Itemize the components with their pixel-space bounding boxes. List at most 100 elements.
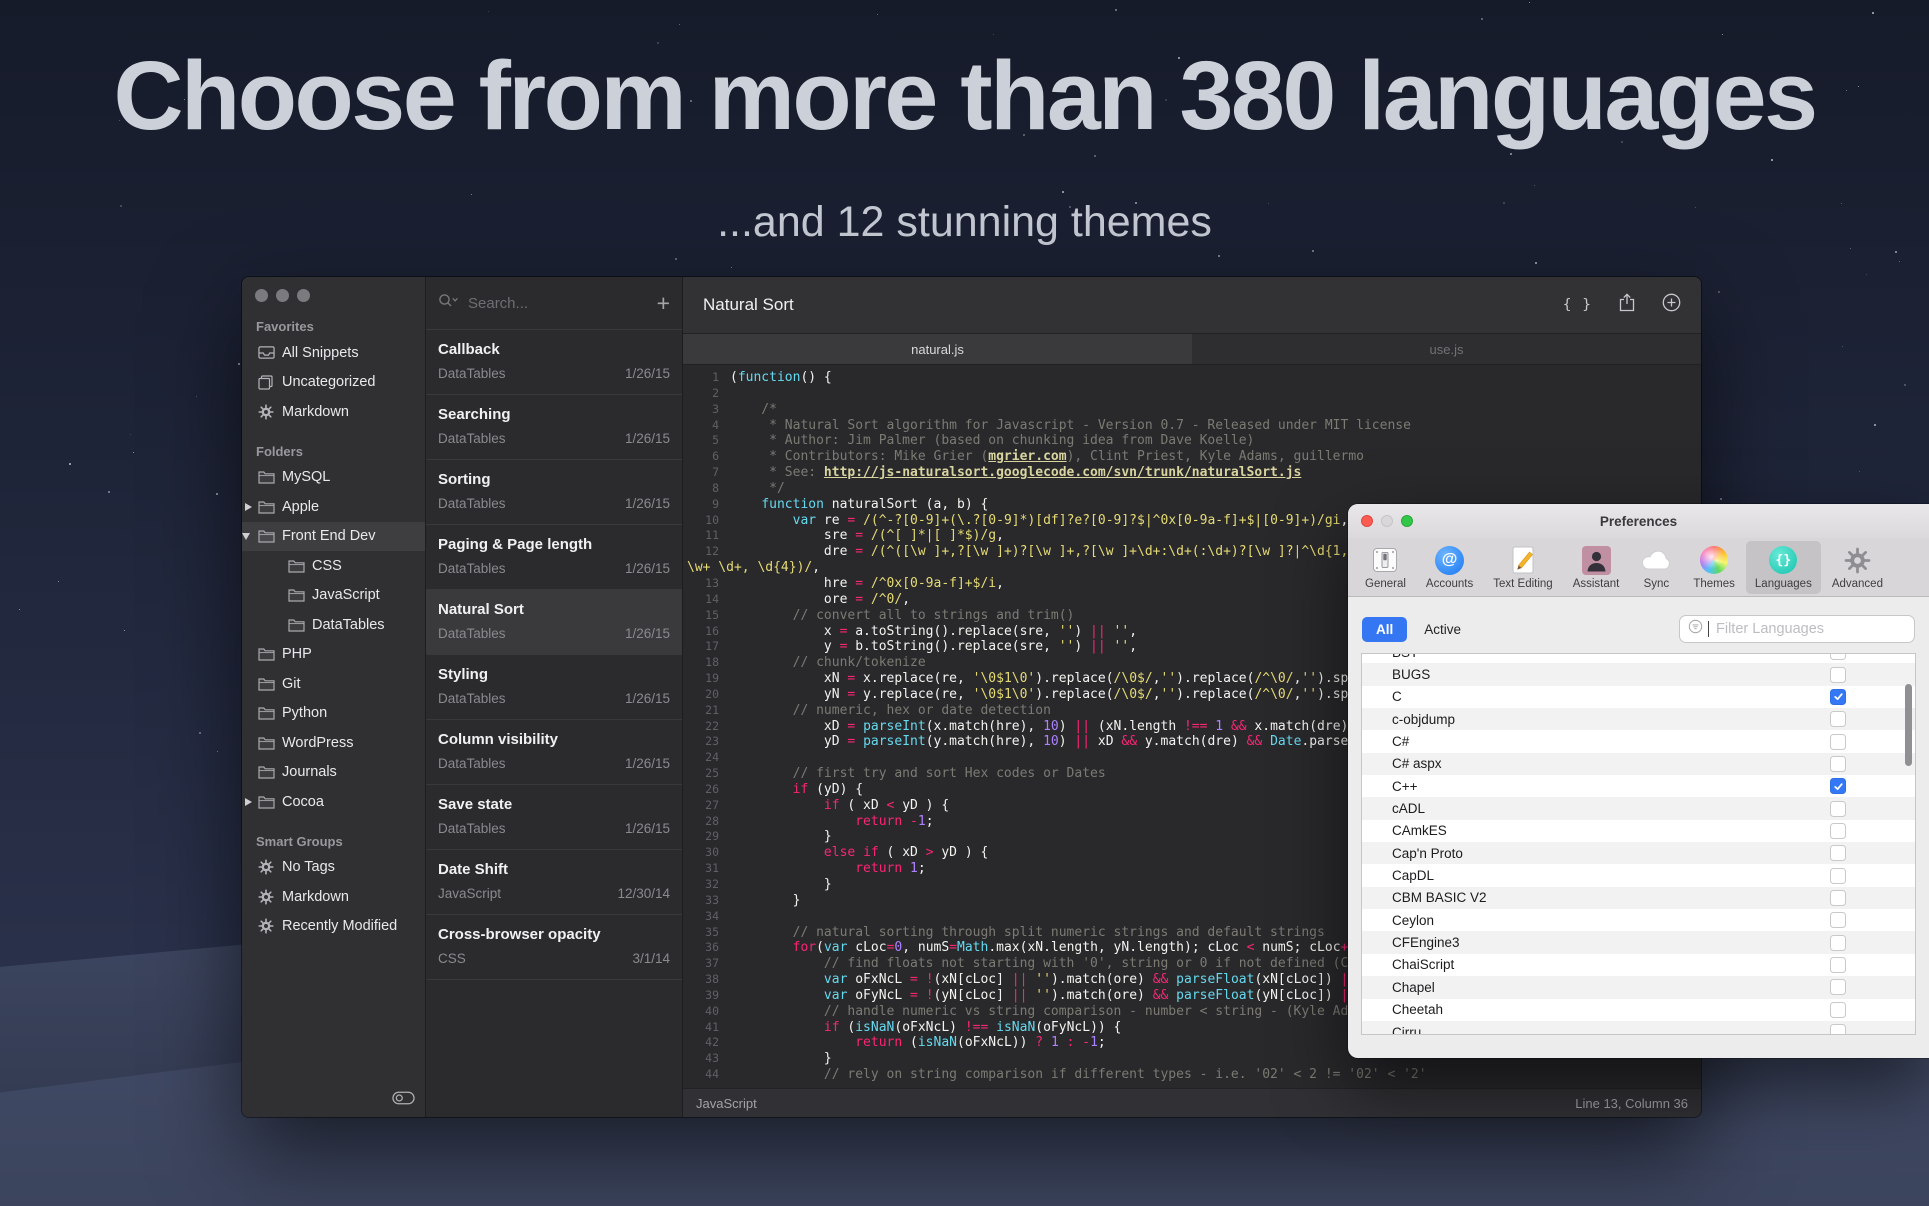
sidebar-item-1-datatables[interactable]: DataTables	[242, 610, 425, 640]
language-row-ceylon[interactable]: Ceylon	[1362, 909, 1915, 931]
language-checkbox[interactable]	[1830, 1002, 1846, 1018]
share-icon[interactable]	[1619, 293, 1635, 317]
language-checkbox[interactable]	[1830, 778, 1846, 794]
sidebar-item-1-mysql[interactable]: MySQL	[242, 463, 425, 493]
language-row-chaiscript[interactable]: ChaiScript	[1362, 954, 1915, 976]
language-checkbox[interactable]	[1830, 756, 1846, 772]
minimize-button[interactable]	[276, 289, 289, 302]
language-checkbox[interactable]	[1830, 979, 1846, 995]
snippet-row-paging-page-length[interactable]: Paging & Page lengthDataTables1/26/15	[426, 525, 682, 590]
language-checkbox[interactable]	[1830, 935, 1846, 951]
zoom-button[interactable]	[1401, 515, 1413, 527]
prefs-tab-accounts[interactable]: @Accounts	[1417, 541, 1482, 594]
snippet-row-cross-browser-opacity[interactable]: Cross-browser opacityCSS3/1/14	[426, 915, 682, 980]
sidebar-item-1-wordpress[interactable]: WordPress	[242, 728, 425, 758]
language-row-cbm-basic-v2[interactable]: CBM BASIC V2	[1362, 887, 1915, 909]
language-row-cfengine3[interactable]: CFEngine3	[1362, 931, 1915, 953]
sidebar-item-2-markdown[interactable]: Markdown	[242, 882, 425, 912]
language-checkbox[interactable]	[1830, 890, 1846, 906]
prefs-tab-advanced[interactable]: Advanced	[1823, 541, 1892, 594]
language-row-c[interactable]: C	[1362, 686, 1915, 708]
editor-header: Natural Sort { }	[683, 277, 1701, 334]
language-row-cheetah[interactable]: Cheetah	[1362, 999, 1915, 1021]
language-row-cap-n-proto[interactable]: Cap'n Proto	[1362, 842, 1915, 864]
sidebar-item-1-php[interactable]: PHP	[242, 640, 425, 670]
language-checkbox[interactable]	[1830, 845, 1846, 861]
language-row-bugs[interactable]: BUGS	[1362, 663, 1915, 685]
add-snippet-button[interactable]: +	[657, 292, 670, 315]
snippet-row-styling[interactable]: StylingDataTables1/26/15	[426, 655, 682, 720]
filter-languages-input[interactable]	[1714, 620, 1906, 638]
sidebar-item-1-javascript[interactable]: JavaScript	[242, 581, 425, 611]
sidebar-item-label: Recently Modified	[282, 918, 397, 934]
tab-natural-js[interactable]: natural.js	[683, 334, 1192, 364]
language-checkbox[interactable]	[1830, 734, 1846, 750]
snippet-row-natural-sort[interactable]: Natural SortDataTables1/26/15	[426, 590, 682, 655]
braces-icon[interactable]: { }	[1563, 297, 1592, 313]
language-name: BST	[1392, 653, 1418, 660]
sidebar-item-2-no-tags[interactable]: No Tags	[242, 853, 425, 883]
sidebar-item-1-front-end-dev[interactable]: Front End Dev	[242, 522, 425, 552]
scrollbar-thumb[interactable]	[1905, 684, 1912, 766]
language-row-c-aspx[interactable]: C# aspx	[1362, 753, 1915, 775]
language-row-bst[interactable]: BST	[1362, 653, 1915, 663]
prefs-tab-sync[interactable]: Sync	[1630, 541, 1682, 594]
prefs-tab-languages[interactable]: {}Languages	[1746, 541, 1821, 594]
language-checkbox[interactable]	[1830, 1024, 1846, 1035]
prefs-tab-themes[interactable]: Themes	[1684, 541, 1744, 594]
language-checkbox[interactable]	[1830, 868, 1846, 884]
sidebar-item-1-git[interactable]: Git	[242, 669, 425, 699]
language-checkbox[interactable]	[1830, 689, 1846, 705]
snippet-row-save-state[interactable]: Save stateDataTables1/26/15	[426, 785, 682, 850]
language-checkbox[interactable]	[1830, 957, 1846, 973]
sidebar-item-0-all-snippets[interactable]: All Snippets	[242, 338, 425, 368]
language-checkbox[interactable]	[1830, 711, 1846, 727]
snippet-row-searching[interactable]: SearchingDataTables1/26/15	[426, 395, 682, 460]
language-row-c-objdump[interactable]: c-objdump	[1362, 708, 1915, 730]
prefs-tab-text-editing[interactable]: Text Editing	[1484, 541, 1561, 594]
segment-all[interactable]: All	[1362, 617, 1407, 642]
language-row-capdl[interactable]: CapDL	[1362, 864, 1915, 886]
sidebar-item-1-css[interactable]: CSS	[242, 551, 425, 581]
language-row-cadl[interactable]: cADL	[1362, 797, 1915, 819]
language-row-cirru[interactable]: Cirru	[1362, 1021, 1915, 1035]
close-button[interactable]	[1361, 515, 1373, 527]
status-language[interactable]: JavaScript	[696, 1096, 757, 1111]
language-checkbox[interactable]	[1830, 653, 1846, 660]
snippet-row-column-visibility[interactable]: Column visibilityDataTables1/26/15	[426, 720, 682, 785]
language-row-camkes[interactable]: CAmkES	[1362, 820, 1915, 842]
zoom-button[interactable]	[297, 289, 310, 302]
prefs-tab-assistant[interactable]: Assistant	[1564, 541, 1629, 594]
snippet-row-sorting[interactable]: SortingDataTables1/26/15	[426, 460, 682, 525]
snippet-row-date-shift[interactable]: Date ShiftJavaScript12/30/14	[426, 850, 682, 915]
sidebar-item-1-apple[interactable]: Apple	[242, 492, 425, 522]
language-checkbox[interactable]	[1830, 823, 1846, 839]
close-button[interactable]	[255, 289, 268, 302]
disclosure-right-icon[interactable]	[245, 798, 252, 806]
language-row-c[interactable]: C#	[1362, 730, 1915, 752]
disclosure-down-icon[interactable]	[242, 533, 250, 540]
sidebar-item-2-recently-modified[interactable]: Recently Modified	[242, 912, 425, 942]
snippet-row-date: 1/26/15	[625, 431, 670, 446]
search-input[interactable]	[466, 294, 650, 313]
preferences-title: Preferences	[1600, 514, 1677, 529]
language-row-chapel[interactable]: Chapel	[1362, 976, 1915, 998]
language-row-c[interactable]: C++	[1362, 775, 1915, 797]
sidebar-item-1-cocoa[interactable]: Cocoa	[242, 787, 425, 817]
sidebar-item-0-markdown[interactable]: Markdown	[242, 397, 425, 427]
language-checkbox[interactable]	[1830, 667, 1846, 683]
sidebar-item-1-python[interactable]: Python	[242, 699, 425, 729]
sidebar-item-0-uncategorized[interactable]: Uncategorized	[242, 368, 425, 398]
language-name: cADL	[1392, 801, 1425, 816]
sidebar-item-1-journals[interactable]: Journals	[242, 758, 425, 788]
snippet-row-callback[interactable]: CallbackDataTables1/26/15	[426, 330, 682, 395]
disclosure-right-icon[interactable]	[245, 503, 252, 511]
tab-use-js[interactable]: use.js	[1192, 334, 1701, 364]
language-checkbox[interactable]	[1830, 912, 1846, 928]
language-checkbox[interactable]	[1830, 801, 1846, 817]
add-fragment-icon[interactable]	[1662, 293, 1681, 317]
prefs-tab-general[interactable]: General	[1356, 541, 1415, 594]
language-filter-controls: All Active	[1362, 614, 1915, 644]
segment-active[interactable]: Active	[1424, 622, 1461, 637]
snippet-count-toggle-icon[interactable]	[392, 1091, 415, 1110]
